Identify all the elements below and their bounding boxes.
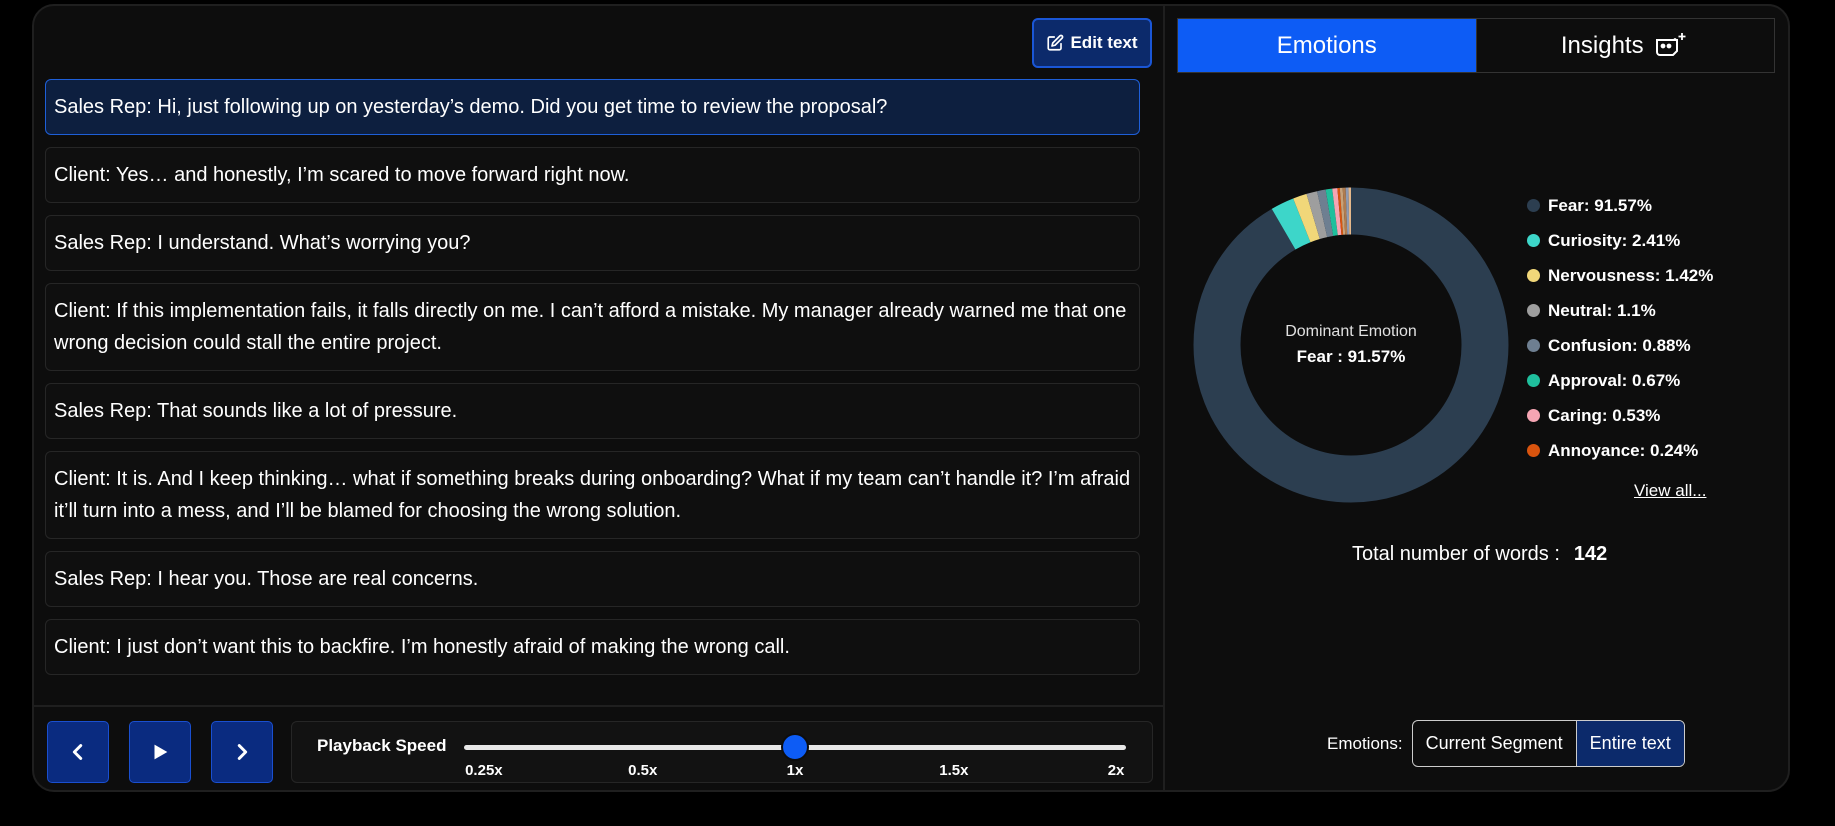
legend-color-dot bbox=[1527, 409, 1540, 422]
transcript-segment[interactable]: Sales Rep: That sounds like a lot of pre… bbox=[45, 383, 1140, 439]
transcript-segment[interactable]: Client: Yes… and honestly, I’m scared to… bbox=[45, 147, 1140, 203]
legend-color-dot bbox=[1527, 269, 1540, 282]
legend-label: Caring: 0.53% bbox=[1548, 405, 1661, 425]
transcript-segment[interactable]: Sales Rep: Hi, just following up on yest… bbox=[45, 79, 1140, 135]
legend-label: Neutral: 1.1% bbox=[1548, 300, 1656, 320]
legend-label: Fear: 91.57% bbox=[1548, 195, 1652, 215]
emotion-scope-row: Emotions: Current Segment Entire text bbox=[1327, 720, 1685, 767]
total-words: Total number of words : 142 bbox=[1352, 543, 1607, 566]
legend-label: Confusion: 0.88% bbox=[1548, 335, 1691, 355]
legend-item: Fear: 91.57% bbox=[1527, 188, 1713, 223]
emotion-scope-label: Emotions: bbox=[1327, 733, 1403, 753]
emotion-legend: Fear: 91.57% Curiosity: 2.41% Nervousness:… bbox=[1527, 188, 1713, 468]
total-words-value: 142 bbox=[1573, 543, 1608, 565]
analysis-panel: Emotions Insights Dominant Emotion Fear … bbox=[1167, 6, 1788, 790]
scope-current-segment[interactable]: Current Segment bbox=[1413, 721, 1576, 766]
previous-segment-button[interactable] bbox=[47, 721, 109, 783]
view-all-link[interactable]: View all... bbox=[1634, 481, 1706, 501]
transcript-segment[interactable]: Sales Rep: I understand. What’s worrying… bbox=[45, 215, 1140, 271]
speed-tick-label[interactable]: 0.25x bbox=[465, 762, 503, 779]
transcript-segment[interactable]: Client: It is. And I keep thinking… what… bbox=[45, 451, 1140, 539]
dominant-emotion-value: Fear : 91.57% bbox=[1296, 347, 1406, 366]
legend-label: Approval: 0.67% bbox=[1548, 370, 1681, 390]
legend-label: Annoyance: 0.24% bbox=[1548, 440, 1699, 460]
emotion-donut-chart: Dominant Emotion Fear : 91.57% bbox=[1193, 187, 1509, 503]
legend-label: Nervousness: 1.42% bbox=[1548, 265, 1714, 285]
emotion-scope-toggle: Current Segment Entire text bbox=[1411, 720, 1685, 767]
donut-center: Dominant Emotion Fear : 91.57% bbox=[1193, 187, 1509, 503]
speed-tick-label[interactable]: 2x bbox=[1108, 762, 1125, 779]
transcript-segment[interactable]: Sales Rep: I hear you. Those are real co… bbox=[45, 551, 1140, 607]
transcript-segment[interactable]: Client: I just don’t want this to backfi… bbox=[45, 619, 1140, 675]
tab-insights[interactable]: Insights bbox=[1475, 19, 1775, 72]
play-button[interactable] bbox=[129, 721, 191, 783]
edit-icon bbox=[1047, 34, 1064, 51]
legend-item: Neutral: 1.1% bbox=[1527, 293, 1713, 328]
legend-color-dot bbox=[1527, 304, 1540, 317]
legend-item: Caring: 0.53% bbox=[1527, 398, 1713, 433]
tab-emotions[interactable]: Emotions bbox=[1178, 19, 1476, 72]
legend-item: Confusion: 0.88% bbox=[1527, 328, 1713, 363]
legend-item: Nervousness: 1.42% bbox=[1527, 258, 1713, 293]
edit-text-button[interactable]: Edit text bbox=[1032, 18, 1152, 68]
legend-label: Curiosity: 2.41% bbox=[1548, 230, 1681, 250]
legend-item: Curiosity: 2.41% bbox=[1527, 223, 1713, 258]
legend-color-dot bbox=[1527, 444, 1540, 457]
playback-controls: Playback Speed 0.25x 0.5x 1x 1.5x 2x bbox=[34, 705, 1165, 790]
transcript-list: Sales Rep: Hi, just following up on yest… bbox=[45, 79, 1140, 687]
chevron-right-icon bbox=[237, 744, 248, 760]
dominant-emotion-label: Dominant Emotion bbox=[1285, 323, 1417, 340]
legend-item: Approval: 0.67% bbox=[1527, 363, 1713, 398]
edit-text-label: Edit text bbox=[1070, 33, 1138, 52]
playback-speed-control: Playback Speed 0.25x 0.5x 1x 1.5x 2x bbox=[291, 721, 1153, 783]
transcript-panel: Edit text Sales Rep: Hi, just following … bbox=[34, 6, 1165, 790]
scope-entire-text[interactable]: Entire text bbox=[1575, 721, 1684, 766]
legend-color-dot bbox=[1527, 199, 1540, 212]
speed-tick-label[interactable]: 1x bbox=[787, 762, 804, 779]
legend-item: Annoyance: 0.24% bbox=[1527, 433, 1713, 468]
speed-slider-thumb[interactable] bbox=[781, 733, 809, 761]
analysis-tabs: Emotions Insights bbox=[1177, 18, 1775, 73]
legend-color-dot bbox=[1527, 339, 1540, 352]
speed-tick-label[interactable]: 1.5x bbox=[939, 762, 968, 779]
speed-tick-label[interactable]: 0.5x bbox=[628, 762, 657, 779]
next-segment-button[interactable] bbox=[211, 721, 273, 783]
ai-sparkle-icon bbox=[1655, 32, 1686, 56]
play-icon bbox=[154, 744, 168, 760]
tab-emotions-label: Emotions bbox=[1276, 31, 1377, 59]
legend-color-dot bbox=[1527, 234, 1540, 247]
total-words-label: Total number of words : bbox=[1352, 543, 1560, 565]
playback-speed-label: Playback Speed bbox=[317, 736, 447, 755]
chevron-left-icon bbox=[72, 744, 83, 760]
tab-insights-label: Insights bbox=[1560, 31, 1644, 59]
legend-color-dot bbox=[1527, 374, 1540, 387]
app-window: Edit text Sales Rep: Hi, just following … bbox=[32, 4, 1790, 792]
transcript-segment[interactable]: Client: If this implementation fails, it… bbox=[45, 283, 1140, 371]
